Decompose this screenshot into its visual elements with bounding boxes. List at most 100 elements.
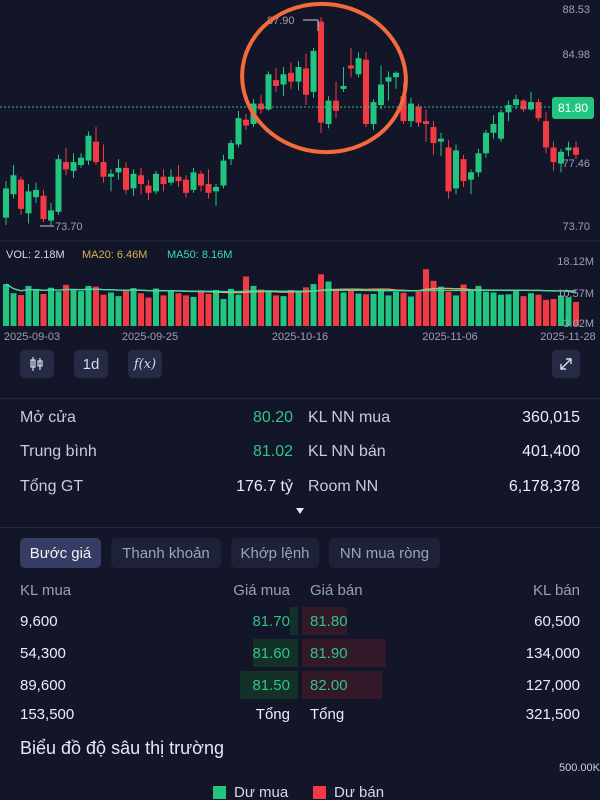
open-value: 80.20 bbox=[252, 409, 293, 426]
tab-liquidity[interactable]: Thanh khoản bbox=[111, 538, 221, 568]
candle-body bbox=[168, 176, 174, 183]
candle-body bbox=[408, 103, 414, 122]
volume-bar bbox=[370, 293, 377, 326]
volume-bar bbox=[205, 293, 212, 326]
candle-body bbox=[93, 141, 99, 163]
volume-bar bbox=[513, 291, 519, 326]
volume-bar bbox=[490, 292, 497, 326]
price-tick-3: 77.46 bbox=[562, 158, 590, 170]
volume-bar bbox=[145, 297, 152, 326]
candle-body bbox=[63, 162, 69, 170]
avg-label: Trung bình bbox=[20, 443, 97, 460]
candle-body bbox=[468, 172, 474, 180]
volume-bar bbox=[235, 294, 242, 326]
depth-axis-max: 500.00K bbox=[559, 762, 600, 774]
volume-bar bbox=[348, 291, 354, 326]
candle-body bbox=[145, 185, 152, 193]
volume-bar bbox=[333, 289, 339, 326]
volume-bar bbox=[453, 295, 459, 326]
candle-body bbox=[33, 189, 39, 198]
volume-bar bbox=[355, 293, 362, 326]
volume-bar bbox=[520, 296, 527, 326]
candle-type-icon bbox=[30, 357, 43, 371]
volume-bar bbox=[153, 288, 159, 326]
volume-bar bbox=[408, 296, 414, 326]
volume-bar bbox=[303, 287, 309, 326]
volume-bar bbox=[85, 285, 92, 326]
bid-depth-bar bbox=[290, 607, 298, 635]
volume-bar bbox=[475, 285, 482, 326]
candle-body bbox=[243, 119, 249, 126]
bid-price[interactable]: 81.50 bbox=[252, 677, 290, 694]
ask-volume: 127,000 bbox=[525, 677, 580, 694]
candle-body bbox=[160, 176, 167, 185]
candle-body bbox=[423, 121, 429, 125]
candle-body bbox=[475, 153, 482, 173]
section-divider bbox=[0, 527, 600, 528]
candle-body bbox=[498, 112, 504, 139]
legend-sell-label: Dư bán bbox=[334, 784, 385, 800]
volume-bar bbox=[280, 296, 287, 326]
volume-bar bbox=[543, 299, 549, 326]
bid-volume: 54,300 bbox=[20, 645, 66, 662]
buy-swatch bbox=[213, 786, 226, 799]
volume-bar bbox=[198, 290, 204, 326]
volume-bar bbox=[55, 291, 62, 326]
candle-body bbox=[535, 102, 542, 119]
ask-price[interactable]: 82.00 bbox=[310, 677, 348, 694]
indicator-button[interactable]: f(x) bbox=[128, 350, 162, 378]
total-value-label: Tổng GT bbox=[20, 478, 84, 495]
ask-price[interactable]: 81.90 bbox=[310, 645, 348, 662]
candle-body bbox=[393, 72, 399, 78]
price-tick-1: 88.53 bbox=[562, 4, 590, 16]
bid-price[interactable]: 81.60 bbox=[252, 645, 290, 662]
volume-bar bbox=[168, 291, 174, 326]
total-bid-label: Tổng bbox=[255, 706, 290, 723]
expand-button[interactable] bbox=[552, 350, 580, 378]
candle-body bbox=[153, 173, 159, 192]
bid-price[interactable]: 81.70 bbox=[252, 613, 290, 630]
candle-body bbox=[438, 138, 444, 142]
candle-body bbox=[385, 77, 392, 82]
room-nn-label: Room NN bbox=[308, 478, 379, 495]
candle-body bbox=[183, 179, 189, 193]
candle-body bbox=[205, 184, 212, 193]
interval-button[interactable]: 1d bbox=[74, 350, 108, 378]
volume-bar bbox=[295, 291, 302, 326]
volume-bar bbox=[130, 288, 137, 326]
volume-bar bbox=[228, 288, 234, 326]
tab-foreign-net-buy[interactable]: NN mua ròng bbox=[329, 538, 440, 568]
expand-stats-icon[interactable] bbox=[295, 507, 305, 515]
volume-bar bbox=[468, 291, 474, 326]
total-ask-label: Tổng bbox=[310, 706, 345, 723]
volume-bar bbox=[138, 293, 144, 326]
volume-bar bbox=[535, 294, 542, 326]
nn-buy-label: KL NN mua bbox=[308, 409, 391, 426]
ma20-legend: MA20: 6.46M bbox=[82, 249, 147, 261]
candle-body bbox=[25, 191, 32, 214]
price-chart[interactable]: 88.53 84.98 77.46 73.70 81.80 87.90 73.7… bbox=[0, 0, 600, 345]
candle-type-button[interactable] bbox=[20, 350, 54, 378]
candle-body bbox=[310, 50, 317, 92]
candle-body bbox=[85, 135, 92, 161]
legend-buy-label: Dư mua bbox=[234, 784, 289, 800]
candle-body bbox=[213, 186, 219, 192]
bid-volume-header: KL mua bbox=[20, 582, 72, 599]
candle-body bbox=[235, 118, 242, 145]
candle-body bbox=[460, 159, 467, 182]
open-label: Mở cửa bbox=[20, 409, 76, 426]
total-value: 176.7 tỷ bbox=[236, 478, 293, 495]
candle-body bbox=[10, 175, 17, 195]
ask-price[interactable]: 81.80 bbox=[310, 613, 348, 630]
nn-sell-value: 401,400 bbox=[522, 443, 580, 460]
date-label-3: 2025-10-16 bbox=[272, 331, 328, 343]
candle-body bbox=[78, 157, 84, 166]
candle-body bbox=[3, 188, 9, 218]
volume-bar bbox=[213, 289, 219, 326]
bid-price-header: Giá mua bbox=[233, 582, 290, 599]
current-price-label: 81.80 bbox=[558, 101, 588, 115]
candle-body bbox=[325, 100, 332, 125]
tab-matched-orders[interactable]: Khớp lệnh bbox=[231, 538, 319, 568]
candle-body bbox=[378, 84, 384, 106]
tab-price-step[interactable]: Bước giá bbox=[20, 538, 101, 568]
